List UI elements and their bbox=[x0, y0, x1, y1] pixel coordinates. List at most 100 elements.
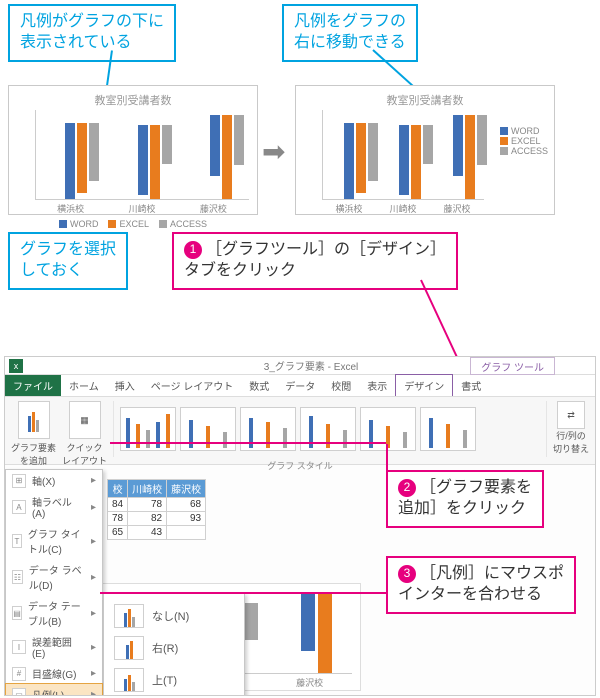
mini-chart-area bbox=[35, 110, 249, 200]
data-labels-icon: ☷ bbox=[12, 570, 23, 584]
add-chart-element-menu: ⊞軸(X)▸ A軸ラベル(A)▸ Tグラフ タイトル(C)▸ ☷データ ラベル(… bbox=[5, 469, 103, 696]
menu-item-data-table[interactable]: ▤データ テーブル(B)▸ bbox=[6, 595, 102, 631]
quick-layout-icon: ▦ bbox=[69, 401, 101, 439]
menu-label: データ テーブル(B) bbox=[28, 598, 85, 628]
submenu-item-none[interactable]: なし(N) bbox=[110, 600, 238, 632]
style-thumb[interactable] bbox=[360, 407, 416, 451]
cell[interactable]: 82 bbox=[128, 512, 167, 526]
menu-item-axis-titles[interactable]: A軸ラベル(A)▸ bbox=[6, 491, 102, 523]
tab-design[interactable]: デザイン bbox=[395, 374, 453, 396]
legend-submenu: なし(N) 右(R) 上(T) 左(L) 下(B) その他の凡例オプション(M)… bbox=[103, 593, 245, 696]
menu-item-gridlines[interactable]: #目盛線(G)▸ bbox=[6, 663, 102, 684]
leader-step2v bbox=[386, 444, 388, 474]
instruction-text: ［グラフ要素を 追加］をクリック bbox=[398, 479, 532, 517]
add-chart-element-button[interactable]: グラフ要素 を追加 bbox=[11, 401, 56, 467]
chevron-right-icon: ▸ bbox=[91, 475, 96, 486]
xaxis-cat: 川崎校 bbox=[128, 202, 155, 215]
menu-item-legend[interactable]: ▭凡例(L)▸ bbox=[5, 683, 103, 696]
legend-top-icon bbox=[114, 668, 144, 692]
xaxis-cat: 藤沢校 bbox=[443, 202, 470, 215]
instruction-step1: 1［グラフツール］の［デザイン］ タブをクリック bbox=[172, 232, 458, 290]
cell[interactable]: 43 bbox=[128, 526, 167, 540]
xaxis-cat: 横浜校 bbox=[57, 202, 84, 215]
xaxis-cat: 横浜校 bbox=[335, 202, 362, 215]
legend-right-icon bbox=[114, 636, 144, 660]
mini-chart-xaxis: 横浜校 川崎校 藤沢校 bbox=[35, 202, 249, 215]
legend-item: ACCESS bbox=[511, 146, 548, 156]
cell[interactable]: 78 bbox=[128, 498, 167, 512]
chart-title-icon: T bbox=[12, 534, 22, 548]
arrow-icon: ➡ bbox=[262, 135, 285, 168]
xaxis-cat: 藤沢校 bbox=[296, 676, 323, 689]
cell[interactable]: 78 bbox=[108, 512, 128, 526]
add-chart-element-icon bbox=[18, 401, 50, 439]
legend-item: ACCESS bbox=[170, 219, 207, 229]
quick-layout-button[interactable]: ▦ クイック レイアウト bbox=[62, 401, 107, 467]
legend-item: EXCEL bbox=[119, 219, 149, 229]
callout-select: グラフを選択 しておく bbox=[8, 232, 128, 290]
chart-styles-gallery[interactable] bbox=[113, 401, 547, 457]
step-number-3: 3 bbox=[398, 565, 416, 583]
mini-chart-before: 教室別受講者数 横浜校 川崎校 藤沢校 WORD bbox=[8, 85, 258, 215]
style-thumb[interactable] bbox=[120, 407, 176, 451]
submenu-item-right[interactable]: 右(R) bbox=[110, 632, 238, 664]
chevron-right-icon: ▸ bbox=[91, 642, 96, 653]
menu-label: 軸ラベル(A) bbox=[32, 494, 85, 520]
chevron-right-icon: ▸ bbox=[91, 502, 96, 513]
tab-home[interactable]: ホーム bbox=[61, 375, 107, 396]
cell[interactable]: 65 bbox=[108, 526, 128, 540]
ribbon-tabstrip: ファイル ホーム 挿入 ページ レイアウト 数式 データ 校閲 表示 デザイン … bbox=[5, 375, 595, 397]
step-number-1: 1 bbox=[184, 241, 202, 259]
chart-tools-contextual-tab: グラフ ツール bbox=[470, 357, 555, 375]
xaxis-cat: 藤沢校 bbox=[200, 202, 227, 215]
legend-icon: ▭ bbox=[12, 688, 26, 697]
instruction-text: ［グラフツール］の［デザイン］ タブをクリック bbox=[184, 241, 446, 279]
chevron-right-icon: ▸ bbox=[91, 668, 96, 679]
tab-data[interactable]: データ bbox=[277, 375, 323, 396]
legend-right: WORD EXCEL ACCESS bbox=[500, 126, 548, 156]
menu-label: 軸(X) bbox=[32, 473, 55, 488]
cell[interactable]: 68 bbox=[167, 498, 206, 512]
cell[interactable]: 93 bbox=[167, 512, 206, 526]
callout-after: 凡例をグラフの 右に移動できる bbox=[282, 4, 418, 62]
menu-item-chart-title[interactable]: Tグラフ タイトル(C)▸ bbox=[6, 523, 102, 559]
chevron-right-icon: ▸ bbox=[91, 608, 96, 619]
ribbon-group-label: グラフ スタイル bbox=[267, 459, 333, 472]
leader-step2 bbox=[110, 442, 386, 444]
gridlines-icon: # bbox=[12, 667, 26, 681]
cell[interactable] bbox=[167, 526, 206, 540]
menu-label: 凡例(L) bbox=[32, 687, 64, 696]
style-thumb[interactable] bbox=[300, 407, 356, 451]
cell[interactable]: 84 bbox=[108, 498, 128, 512]
style-thumb[interactable] bbox=[240, 407, 296, 451]
menu-item-error-bars[interactable]: I誤差範囲(E)▸ bbox=[6, 631, 102, 663]
tab-format[interactable]: 書式 bbox=[453, 375, 489, 396]
tab-formulas[interactable]: 数式 bbox=[241, 375, 277, 396]
tab-review[interactable]: 校閲 bbox=[323, 375, 359, 396]
document-title: 3_グラフ要素 - Excel bbox=[264, 358, 358, 373]
mini-chart-title: 教室別受講者数 bbox=[296, 92, 554, 108]
col-header: 校 bbox=[108, 480, 128, 498]
menu-item-axes[interactable]: ⊞軸(X)▸ bbox=[6, 470, 102, 491]
button-label: クイック レイアウト bbox=[62, 441, 107, 467]
switch-row-column-button[interactable]: ⇄ 行/列の 切り替え bbox=[553, 401, 589, 455]
tab-insert[interactable]: 挿入 bbox=[107, 375, 143, 396]
switch-icon: ⇄ bbox=[557, 401, 585, 429]
style-thumb[interactable] bbox=[420, 407, 476, 451]
menu-label: グラフ タイトル(C) bbox=[28, 526, 85, 556]
menu-item-data-labels[interactable]: ☷データ ラベル(D)▸ bbox=[6, 559, 102, 595]
tab-pagelayout[interactable]: ページ レイアウト bbox=[143, 375, 242, 396]
style-thumb[interactable] bbox=[180, 407, 236, 451]
tab-view[interactable]: 表示 bbox=[359, 375, 395, 396]
menu-label: 誤差範囲(E) bbox=[32, 634, 85, 660]
mini-chart-title: 教室別受講者数 bbox=[9, 92, 257, 108]
submenu-label: 右(R) bbox=[152, 640, 178, 656]
submenu-item-top[interactable]: 上(T) bbox=[110, 664, 238, 696]
button-label: グラフ要素 を追加 bbox=[11, 441, 56, 467]
legend-item: EXCEL bbox=[511, 136, 541, 146]
button-label: 行/列の 切り替え bbox=[553, 429, 589, 455]
col-header: 藤沢校 bbox=[167, 480, 206, 498]
legend-bottom: WORD EXCEL ACCESS bbox=[9, 219, 257, 229]
tab-file[interactable]: ファイル bbox=[5, 375, 61, 396]
callout-before: 凡例がグラフの下に 表示されている bbox=[8, 4, 176, 62]
